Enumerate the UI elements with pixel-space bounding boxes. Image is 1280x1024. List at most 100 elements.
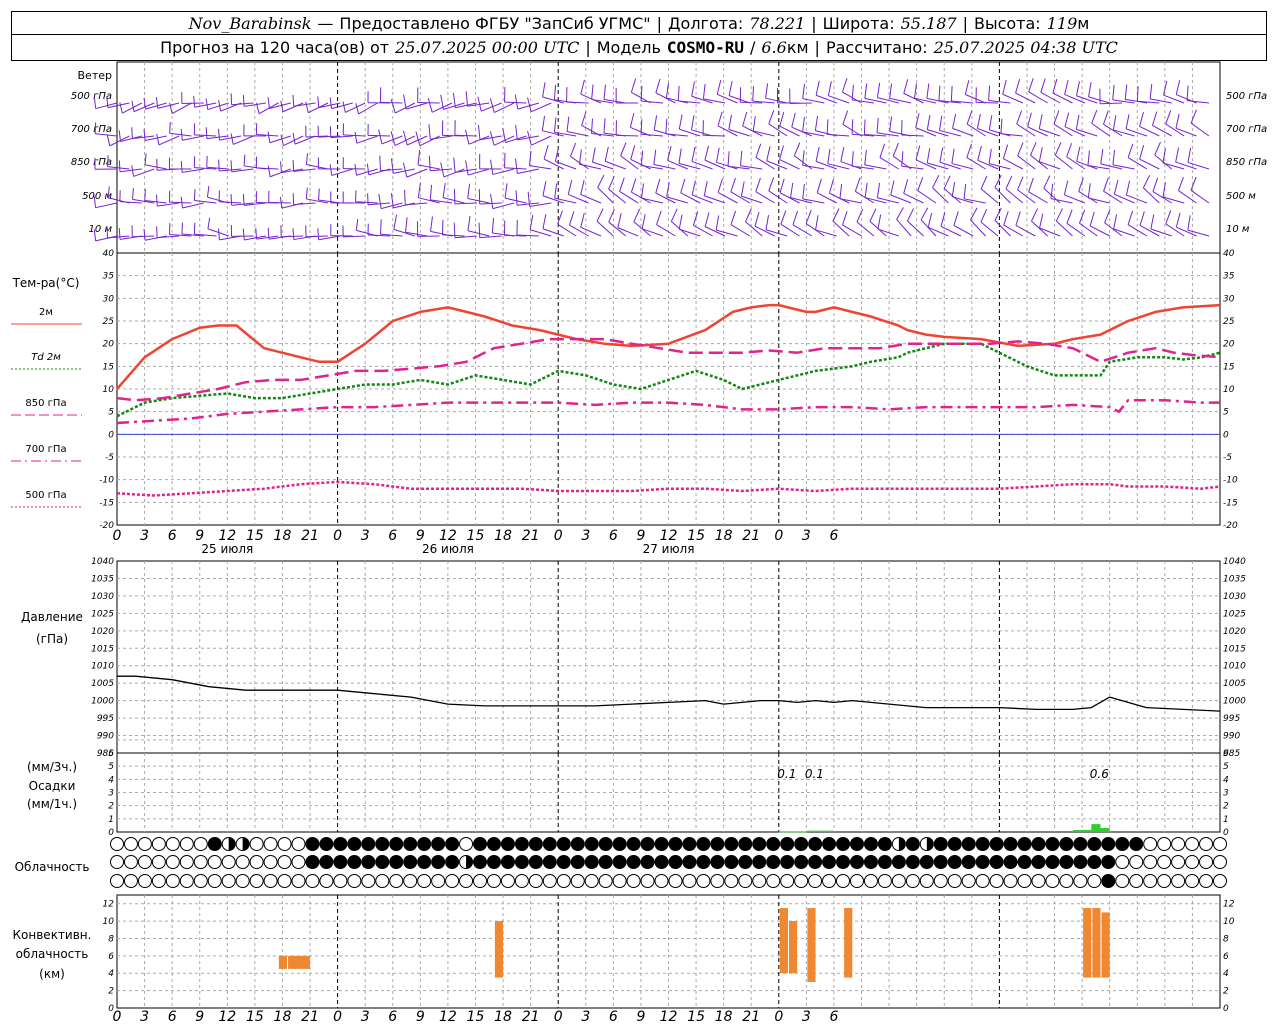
wind-barb-feather [591,84,594,100]
wind-barb-feather [465,160,469,176]
wind-barb-feather [903,79,909,94]
wind-barb [1039,128,1061,137]
cloud-symbol [291,855,306,869]
cloud-symbol [123,837,138,851]
wind-barb-feather [318,188,320,201]
wind-barb [792,224,813,237]
wind-barb-feather [427,98,433,113]
convective-xtick: 3 [140,1009,149,1024]
convective-xtick: 12 [660,1009,678,1024]
wind-barb-feather [815,215,819,231]
wind-barb-feather [180,196,183,209]
wind-barb-feather [1038,147,1043,162]
cloud-symbol [305,855,320,869]
wind-barb-feather [292,160,295,172]
convective-xtick: 12 [439,1009,457,1024]
wind-barb-feather [580,79,585,95]
temp-xtick: 3 [361,528,370,544]
convective-xtick: 0 [113,1009,122,1024]
wind-barb-feather [453,222,456,238]
precip-value-label: 0.1 [777,767,796,781]
wind-barb [951,163,974,170]
cloud-symbol [1045,874,1060,888]
wind-barb-feather [951,181,956,197]
wind-barb-feather [1165,210,1172,225]
convective-xtick: 9 [195,1009,204,1024]
wind-barb [1088,96,1110,104]
wind-barb-feather [1040,78,1046,93]
cloud-symbol [1101,855,1116,869]
wind-barb [889,97,912,104]
wind-barb-feather [994,174,1002,188]
cloud-symbol [919,855,934,869]
wind-barb-feather [988,85,991,101]
precip-bar [1072,830,1092,832]
cloud-symbol [682,855,697,869]
wind-barb [780,223,800,237]
cloud-symbol [473,874,488,888]
cloud-symbol [1143,837,1158,851]
wind-barb-feather [1125,180,1131,196]
wind-barb-feather [217,228,220,240]
wind-barb-feather [541,115,546,131]
wind-barb-feather [939,147,944,163]
wind-barb-feather [1190,109,1197,124]
pressure-ytick-right: 1000 [1223,697,1246,707]
cloud-axis-title: Облачность [15,860,90,874]
wind-barb-feather [805,209,812,224]
wind-barb-feather [230,160,233,172]
wind-barb-feather [792,210,799,225]
pressure-ytick-right: 1025 [1223,609,1246,619]
convective-xtick: 18 [715,1009,733,1024]
wind-barb-feather [980,175,988,190]
convective-axis-unit: (км) [39,967,65,981]
convective-xtick: 6 [388,1009,397,1024]
cloud-symbol [626,874,641,888]
wind-barb [1091,122,1110,137]
cloud-symbol [1199,837,1214,851]
wind-barb-feather [927,212,933,228]
wind-barb [994,220,1011,237]
wind-barb-feather [678,214,683,230]
precip-ytick-left: 4 [108,775,114,785]
cloud-symbol [598,855,613,869]
wind-barb [1000,133,1023,137]
wind-barb [852,99,875,104]
wind-barb-feather [1175,212,1181,228]
temp-ytick-left: 0 [108,430,114,440]
convective-xtick: 15 [687,1009,705,1024]
wind-barb-feather [1113,214,1118,230]
wind-barb [877,197,899,204]
wind-barb-feather [580,180,585,195]
wind-barb-feather [578,149,582,165]
temp-ytick-right: 30 [1223,294,1235,304]
wind-barb-feather [842,210,848,226]
wind-barb-feather [354,131,358,144]
wind-barb-feather [280,161,282,173]
wind-barb-feather [790,182,794,198]
pressure-ytick-left: 1040 [91,557,114,567]
wind-barb-feather [766,146,771,161]
wind-barb [1076,128,1098,137]
temp-ytick-right: 5 [1223,408,1229,418]
wind-barb [231,102,254,106]
cloud-symbol [110,837,124,851]
wind-barb [679,228,701,237]
temp-xtick: 21 [301,528,319,544]
cloud-symbol [1017,874,1032,888]
wind-barb [380,101,403,104]
wind-barb-feather [704,212,710,227]
convective-ytick-left: 8 [108,934,114,944]
cloud-symbol [193,874,208,888]
cloud-symbol [221,855,236,869]
cloud-symbol [863,837,878,851]
wind-barb-feather [490,193,494,209]
cloud-symbol [724,874,739,888]
temp-xtick: 18 [715,528,733,544]
wind-barb-feather [453,157,456,173]
wind-barb-feather [597,174,605,188]
wind-barb-feather [180,161,183,173]
wind-barb [417,164,440,170]
wind-barb-feather [920,207,929,221]
cloud-symbol [891,874,906,888]
